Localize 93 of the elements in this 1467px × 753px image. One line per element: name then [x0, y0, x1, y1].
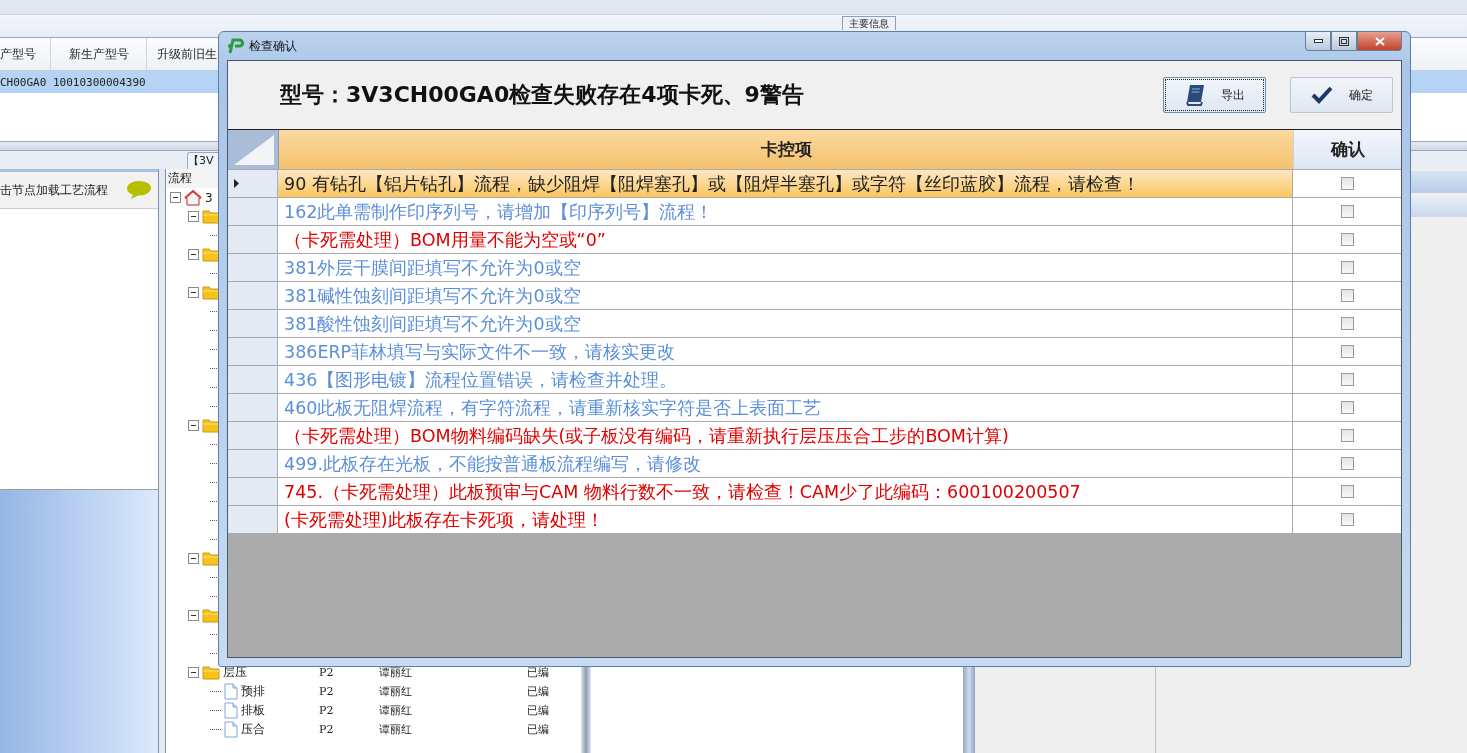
minimize-icon: [1313, 39, 1323, 43]
table-cell-text: 谭丽红: [379, 684, 413, 699]
checkbox[interactable]: [1340, 457, 1354, 470]
folder-icon: [202, 608, 220, 623]
collapse-icon[interactable]: [188, 211, 199, 222]
confirm-button[interactable]: 确定: [1290, 77, 1393, 113]
table-cell-text: 已编: [527, 684, 550, 699]
folder-icon: [202, 418, 220, 433]
table-cell-text: (卡死需处理)此板存在卡死项，请处理！: [283, 508, 605, 532]
checkbox[interactable]: [1340, 485, 1354, 498]
table-cell-text: 谭丽红: [379, 665, 413, 680]
checkbox[interactable]: [1340, 401, 1354, 414]
table-cell-text: 已编: [527, 665, 550, 680]
table-cell-text: 381酸性蚀刻间距填写不允许为0或空: [283, 312, 582, 336]
group-label: 主要信息: [841, 16, 896, 30]
table-cell-text: 162此单需制作印序列号，请增加【印序列号】流程！: [283, 200, 715, 224]
dialog-heading: 型号：3V3CH00GA0检查失败存在4项卡死、9警告: [280, 81, 804, 109]
collapse-icon[interactable]: [188, 287, 199, 298]
table-cell-text: 谭丽红: [379, 703, 413, 718]
row-header[interactable]: [228, 170, 278, 197]
checkbox[interactable]: [1340, 233, 1354, 246]
check-icon: [1310, 86, 1333, 104]
table-row[interactable]: (卡死需处理)此板存在卡死项，请处理！: [228, 506, 1401, 534]
checkbox[interactable]: [1340, 373, 1354, 386]
export-button[interactable]: 导出: [1163, 77, 1266, 113]
collapse-icon[interactable]: [188, 610, 199, 621]
folder-icon: [202, 551, 220, 566]
table-cell-text: P2: [319, 685, 335, 698]
table-row[interactable]: （卡死需处理）BOM用量不能为空或“0”: [228, 226, 1401, 254]
table-cell-text: 381碱性蚀刻间距填写不允许为0或空: [283, 284, 582, 308]
tree-node-label[interactable]: 预排: [241, 683, 265, 700]
column-header[interactable]: 产型号: [0, 38, 51, 70]
table-cell-text: （卡死需处理）BOM用量不能为空或“0”: [283, 228, 607, 252]
checkbox[interactable]: [1340, 205, 1354, 218]
minimize-button[interactable]: [1305, 32, 1331, 51]
checkbox[interactable]: [1340, 513, 1354, 526]
column-header[interactable]: 卡控项: [279, 130, 1293, 169]
table-cell-text: 460此板无阻焊流程，有字符流程，请重新核实字符是否上表面工艺: [283, 396, 823, 420]
checkbox[interactable]: [1340, 345, 1354, 358]
dialog-title: 检查确认: [249, 37, 297, 55]
checkbox[interactable]: [1340, 177, 1354, 190]
collapse-icon[interactable]: [188, 667, 199, 678]
current-row-icon: [234, 179, 239, 188]
close-icon: [1374, 36, 1385, 46]
collapse-icon[interactable]: [188, 553, 199, 564]
house-icon: [184, 189, 202, 206]
folder-icon: [202, 285, 220, 300]
table-cell-text: CH00GA0: [0, 74, 48, 91]
table-row[interactable]: （卡死需处理）BOM物料编码缺失(或子板没有编码，请重新执行层压压合工步的BOM计算): [228, 422, 1401, 450]
checkbox[interactable]: [1340, 261, 1354, 274]
column-header[interactable]: 确认: [1293, 130, 1401, 169]
table-cell-text: 已编: [527, 722, 550, 737]
hint-text: 击节点加载工艺流程: [0, 181, 108, 199]
book-icon: [1184, 84, 1205, 106]
table-cell-text: 10010300004390: [52, 74, 147, 91]
document-icon: [224, 702, 238, 719]
table-row[interactable]: 745.（卡死需处理）此板预审与CAM 物料行数不一致，请检查！CAM少了此编码：600100200507: [228, 478, 1401, 506]
table-cell-text: P2: [319, 666, 335, 679]
folder-icon: [202, 247, 220, 262]
collapse-icon[interactable]: [188, 249, 199, 260]
table-cell-text: 499.此板存在光板，不能按普通板流程编写，请修改: [283, 452, 702, 476]
document-icon: [224, 683, 238, 700]
tree-node-label[interactable]: 压合: [241, 721, 265, 738]
collapse-icon[interactable]: [170, 192, 181, 203]
corner-cell[interactable]: [228, 130, 279, 169]
tree-node-label[interactable]: 排板: [241, 702, 265, 719]
table-cell-text: 381外层干膜间距填写不允许为0或空: [283, 256, 582, 280]
close-button[interactable]: [1357, 32, 1402, 51]
table-cell-text: （卡死需处理）BOM物料编码缺失(或子板没有编码，请重新执行层压压合工步的BOM计算): [283, 424, 1010, 448]
checkbox[interactable]: [1340, 317, 1354, 330]
tree-node-label[interactable]: 层压: [223, 664, 247, 681]
checkbox[interactable]: [1340, 289, 1354, 302]
column-header[interactable]: 新生产型号: [51, 38, 147, 70]
maximize-icon: [1339, 36, 1349, 46]
table-cell-text: 386ERP菲林填写与实际文件不一致，请核实更改: [283, 340, 677, 364]
table-cell-text: 谭丽红: [379, 722, 413, 737]
folder-icon: [202, 665, 220, 680]
checkbox[interactable]: [1340, 429, 1354, 442]
folder-icon: [202, 209, 220, 224]
tab[interactable]: 【3V: [187, 152, 220, 169]
maximize-button[interactable]: [1331, 32, 1357, 51]
tree-node-label[interactable]: 3: [205, 190, 213, 205]
table-cell: 90 有钻孔【铝片钻孔】流程，缺少阻焊【阻焊塞孔】或【阻焊半塞孔】或字符【丝印蓝胶】流程，请检查！: [278, 170, 1292, 197]
table-row[interactable]: 90 有钻孔【铝片钻孔】流程，缺少阻焊【阻焊塞孔】或【阻焊半塞孔】或字符【丝印蓝胶】流程，请检查！: [228, 170, 1401, 198]
speech-bubble-icon: [126, 180, 152, 200]
table-cell-text: 745.（卡死需处理）此板预审与CAM 物料行数不一致，请检查！CAM少了此编码：600100200507: [283, 480, 1082, 504]
table-cell-text: P2: [319, 704, 335, 717]
app-icon: [227, 38, 245, 54]
table-cell-text: 436【图形电镀】流程位置错误，请检查并处理。: [283, 368, 679, 392]
collapse-icon[interactable]: [188, 420, 199, 431]
table-cell-text: P2: [319, 723, 335, 736]
document-icon: [224, 721, 238, 738]
table-cell-text: 已编: [527, 703, 550, 718]
